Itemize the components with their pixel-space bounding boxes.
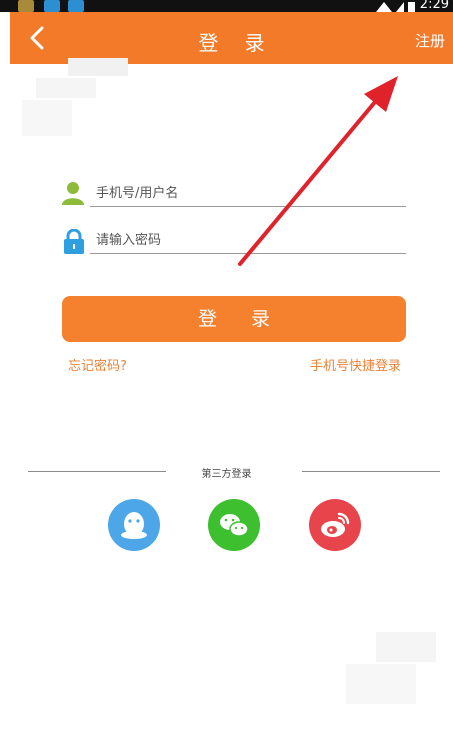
annotation-arrow: [238, 76, 398, 266]
